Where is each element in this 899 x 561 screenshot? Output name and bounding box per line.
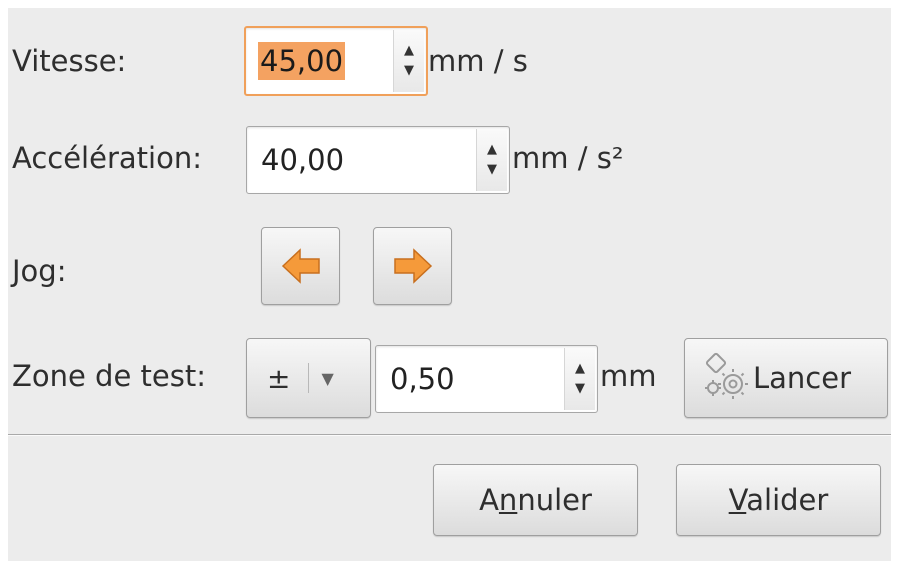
speed-input[interactable]: 45,00 ▲ ▼	[244, 26, 428, 96]
acceleration-input[interactable]: 40,00 ▲ ▼	[246, 126, 510, 194]
acceleration-spin-buttons[interactable]: ▲ ▼	[476, 129, 507, 191]
separator	[8, 434, 891, 436]
gear-icon	[705, 352, 748, 399]
arrow-left-icon	[281, 248, 320, 284]
run-test-button[interactable]: Lancer	[684, 338, 888, 418]
ok-button[interactable]: Valider	[676, 464, 881, 536]
dropdown-icon[interactable]: ▼	[321, 369, 333, 388]
acceleration-unit: mm / s²	[512, 141, 624, 175]
jog-left-button[interactable]	[261, 227, 340, 305]
speed-value[interactable]: 45,00	[258, 42, 346, 80]
combo-separator	[308, 363, 310, 393]
arrow-right-icon	[393, 248, 432, 284]
test-zone-mode-value: ±	[267, 361, 291, 395]
test-zone-input[interactable]: 0,50 ▲ ▼	[375, 345, 598, 413]
spin-up-icon[interactable]: ▲	[487, 140, 497, 160]
acceleration-label: Accélération:	[12, 141, 202, 175]
speed-unit: mm / s	[428, 44, 528, 78]
cancel-button[interactable]: Annuler	[433, 464, 638, 536]
spin-up-icon[interactable]: ▲	[404, 41, 414, 61]
test-zone-spin-buttons[interactable]: ▲ ▼	[564, 348, 595, 410]
spin-down-icon[interactable]: ▼	[487, 160, 497, 180]
test-zone-label: Zone de test:	[12, 359, 206, 393]
spin-up-icon[interactable]: ▲	[575, 359, 585, 379]
run-test-label: Lancer	[753, 361, 852, 395]
spin-down-icon[interactable]: ▼	[575, 379, 585, 399]
test-zone-value[interactable]: 0,50	[388, 360, 457, 398]
acceleration-value[interactable]: 40,00	[259, 141, 346, 179]
cancel-label: Annuler	[479, 483, 592, 517]
jog-right-button[interactable]	[373, 227, 452, 305]
spin-down-icon[interactable]: ▼	[404, 61, 414, 81]
jog-label: Jog:	[12, 254, 67, 288]
test-zone-unit: mm	[600, 359, 657, 393]
ok-label: Valider	[728, 483, 829, 517]
speed-spin-buttons[interactable]: ▲ ▼	[393, 30, 424, 92]
test-zone-mode-select[interactable]: ± ▼	[246, 338, 371, 418]
speed-label: Vitesse:	[12, 44, 127, 78]
